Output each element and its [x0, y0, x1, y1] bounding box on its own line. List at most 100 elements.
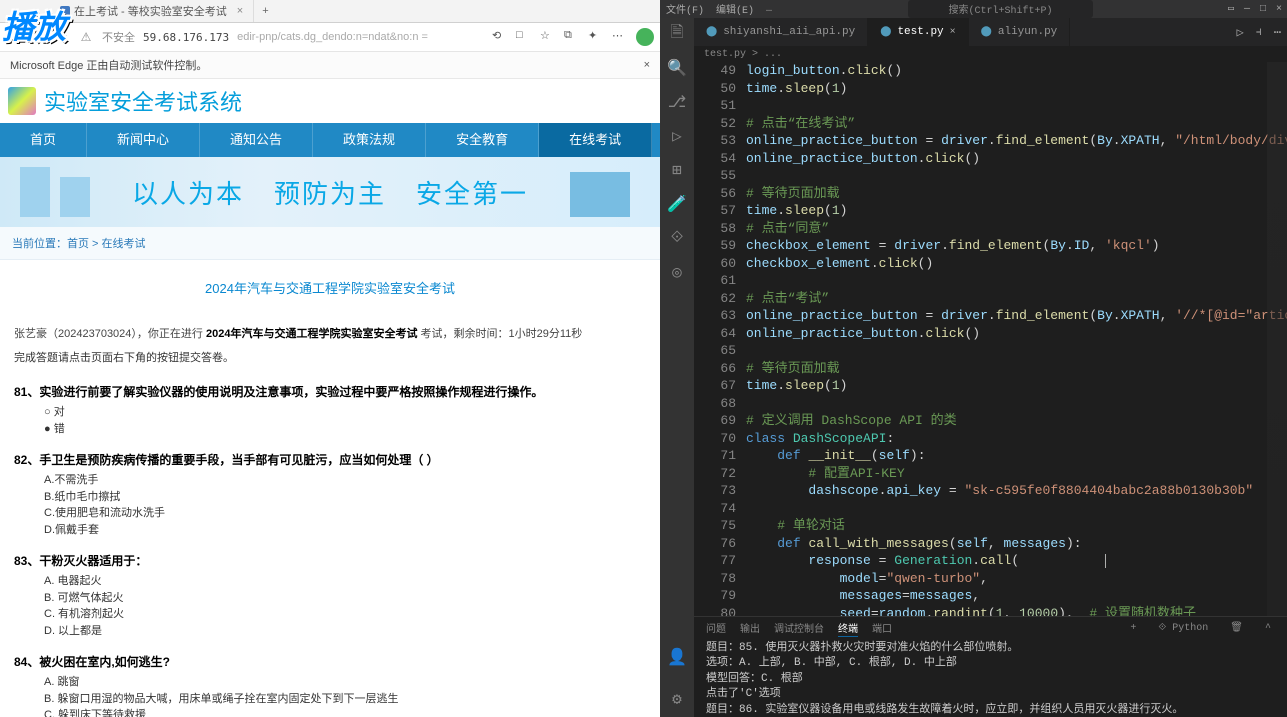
code-line[interactable]: 71 def __init__(self):	[694, 447, 1287, 465]
explorer-icon[interactable]: 🗎	[667, 24, 687, 44]
tab-aliyun[interactable]: ⬤aliyun.py	[969, 18, 1071, 46]
nav-news[interactable]: 新闻中心	[87, 123, 200, 157]
panel-tab-problems[interactable]: 问题	[706, 620, 726, 636]
code-line[interactable]: 63online_practice_button = driver.find_e…	[694, 307, 1287, 325]
maximize-panel-icon[interactable]: ^	[1261, 623, 1275, 634]
panel-tab-ports[interactable]: 端口	[872, 620, 892, 636]
minimap[interactable]	[1267, 62, 1287, 616]
question-option[interactable]: A. 跳窗	[44, 674, 646, 691]
question-option[interactable]: A.不需洗手	[44, 472, 646, 489]
code-line[interactable]: 59checkbox_element = driver.find_element…	[694, 237, 1287, 255]
url-host[interactable]: 59.68.176.173	[143, 31, 229, 44]
code-line[interactable]: 78 model="qwen-turbo",	[694, 570, 1287, 588]
question-option[interactable]: ○ 对	[44, 404, 646, 421]
command-palette[interactable]: 搜索(Ctrl+Shift+P)	[908, 0, 1092, 18]
more-icon[interactable]: ⋯	[612, 29, 628, 45]
profile-icon[interactable]	[636, 28, 654, 46]
question-option[interactable]: B. 可燃气体起火	[44, 590, 646, 607]
terminal-output[interactable]: 题目：85. 使用灭火器扑救火灾时要对准火焰的什么部位喷射。选项：A. 上部, …	[694, 639, 1287, 717]
menu-more[interactable]: …	[760, 4, 778, 15]
code-line[interactable]: 79 messages=messages,	[694, 587, 1287, 605]
code-line[interactable]: 50time.sleep(1)	[694, 80, 1287, 98]
code-line[interactable]: 76 def call_with_messages(self, messages…	[694, 535, 1287, 553]
question-option[interactable]: C. 有机溶剂起火	[44, 606, 646, 623]
collections-icon[interactable]: ⧉	[564, 29, 580, 45]
code-line[interactable]: 58# 点击“同意”	[694, 220, 1287, 238]
code-line[interactable]: 62# 点击“考试”	[694, 290, 1287, 308]
new-terminal-icon[interactable]: +	[1126, 623, 1140, 634]
run-button-icon[interactable]: ▷	[1231, 18, 1250, 46]
code-line[interactable]: 52# 点击“在线考试”	[694, 115, 1287, 133]
close-icon[interactable]: ×	[237, 5, 243, 17]
code-line[interactable]: 72 # 配置API-KEY	[694, 465, 1287, 483]
code-line[interactable]: 65	[694, 342, 1287, 360]
code-line[interactable]: 55	[694, 167, 1287, 185]
question-option[interactable]: B.纸巾毛巾擦拭	[44, 489, 646, 506]
panel-tab-output[interactable]: 输出	[740, 620, 760, 636]
gear-icon[interactable]: ⚙	[667, 689, 687, 709]
menu-file[interactable]: 文件(F)	[660, 1, 710, 17]
menu-edit[interactable]: 编辑(E)	[710, 1, 760, 17]
question-option[interactable]: A. 电器起火	[44, 573, 646, 590]
remote-icon[interactable]: ⟐	[667, 228, 687, 248]
question-option[interactable]: ● 错	[44, 421, 646, 438]
code-line[interactable]: 61	[694, 272, 1287, 290]
terminal-profile[interactable]: ⟐ Python	[1154, 622, 1212, 634]
code-line[interactable]: 75 # 单轮对话	[694, 517, 1287, 535]
panel-tab-debug[interactable]: 调试控制台	[774, 620, 824, 636]
close-icon[interactable]: ×	[1271, 4, 1287, 15]
tabs-icon[interactable]: □	[516, 29, 532, 45]
close-icon[interactable]: ×	[950, 27, 956, 38]
more-icon[interactable]: ⋯	[1268, 18, 1287, 46]
exam-content[interactable]: 2024年汽车与交通工程学院实验室安全考试 张艺豪（202423703024），…	[0, 260, 660, 717]
code-line[interactable]: 60checkbox_element.click()	[694, 255, 1287, 273]
nav-notice[interactable]: 通知公告	[200, 123, 313, 157]
code-line[interactable]: 66# 等待页面加载	[694, 360, 1287, 378]
layout-icon[interactable]: ▭	[1223, 3, 1239, 15]
extensions-icon[interactable]: ⊞	[667, 160, 687, 180]
search-icon[interactable]: 🔍	[667, 58, 687, 78]
tab-shiyanshi[interactable]: ⬤shiyanshi_aii_api.py	[694, 18, 868, 46]
account-icon[interactable]: 👤	[667, 647, 687, 667]
close-icon[interactable]: ×	[644, 59, 650, 71]
code-line[interactable]: 49login_button.click()	[694, 62, 1287, 80]
panel-tab-terminal[interactable]: 终端	[838, 620, 858, 637]
question-option[interactable]: C.使用肥皂和流动水洗手	[44, 505, 646, 522]
code-line[interactable]: 64online_practice_button.click()	[694, 325, 1287, 343]
favorite-icon[interactable]: ☆	[540, 29, 556, 45]
code-line[interactable]: 74	[694, 500, 1287, 518]
nav-home[interactable]: 首页	[0, 123, 87, 157]
new-tab-button[interactable]: +	[254, 3, 276, 19]
trash-icon[interactable]: 🗑	[1226, 622, 1247, 634]
source-control-icon[interactable]: ⎇	[667, 92, 687, 112]
browser-tab[interactable]: 在上考试 - 等校实验室安全考试 ×	[50, 0, 254, 22]
reader-icon[interactable]: ⟲	[492, 29, 508, 45]
code-line[interactable]: 73 dashscope.api_key = "sk-c595fe0f88044…	[694, 482, 1287, 500]
run-icon[interactable]: ▷	[667, 126, 687, 146]
url-path[interactable]: edir-pnp/cats.dg_dendo:n=ndat&no:n =	[237, 31, 428, 43]
code-line[interactable]: 56# 等待页面加载	[694, 185, 1287, 203]
code-line[interactable]: 57time.sleep(1)	[694, 202, 1287, 220]
nav-exam[interactable]: 在线考试	[539, 123, 652, 157]
other-icon[interactable]: ◎	[667, 262, 687, 282]
code-line[interactable]: 53online_practice_button = driver.find_e…	[694, 132, 1287, 150]
code-line[interactable]: 54online_practice_button.click()	[694, 150, 1287, 168]
nav-safety[interactable]: 安全教育	[426, 123, 539, 157]
tab-test[interactable]: ⬤test.py×	[868, 18, 968, 46]
code-line[interactable]: 51	[694, 97, 1287, 115]
code-line[interactable]: 68	[694, 395, 1287, 413]
code-line[interactable]: 70class DashScopeAPI:	[694, 430, 1287, 448]
code-editor[interactable]: 49login_button.click()50time.sleep(1)515…	[694, 62, 1287, 616]
code-line[interactable]: 80 seed=random.randint(1, 10000), # 设置随机…	[694, 605, 1287, 617]
code-line[interactable]: 69# 定义调用 DashScope API 的类	[694, 412, 1287, 430]
copilot-icon[interactable]: ✦	[588, 29, 604, 45]
question-option[interactable]: D. 以上都是	[44, 623, 646, 640]
question-option[interactable]: D.佩戴手套	[44, 522, 646, 539]
split-icon[interactable]: ⫞	[1250, 18, 1268, 46]
maximize-icon[interactable]: □	[1255, 4, 1271, 15]
testing-icon[interactable]: 🧪	[667, 194, 687, 214]
nav-policy[interactable]: 政策法规	[313, 123, 426, 157]
code-line[interactable]: 77 response = Generation.call(	[694, 552, 1287, 570]
question-option[interactable]: C. 躲到床下等待救援	[44, 707, 646, 717]
minimize-icon[interactable]: —	[1239, 4, 1255, 15]
